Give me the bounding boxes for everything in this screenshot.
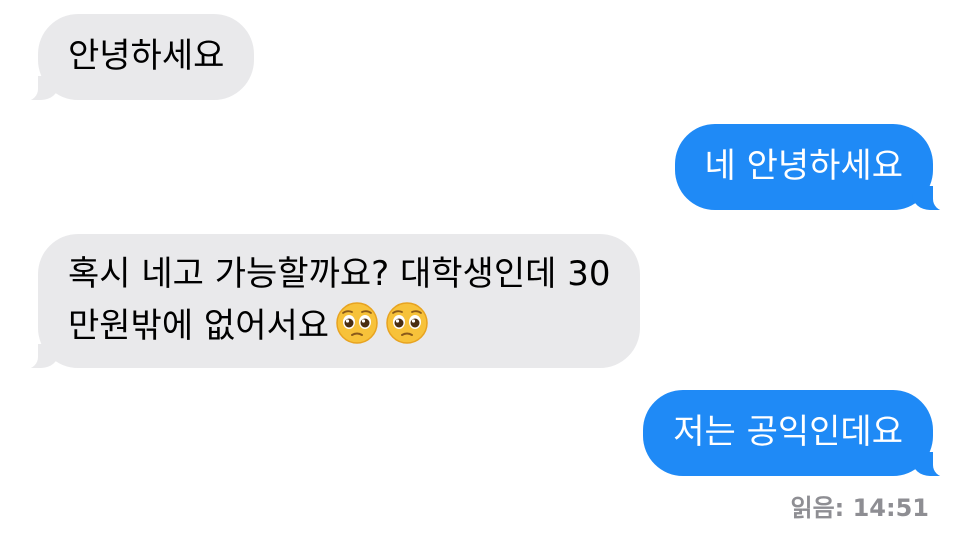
read-receipt: 읽음: 14:51 bbox=[790, 494, 929, 522]
message-text: 만원밖에 없어서요 bbox=[68, 306, 330, 346]
message-row-outgoing: 네 안녕하세요 bbox=[0, 124, 971, 211]
message-text: 혹시 네고 가능할까요? 대학생인데 30 bbox=[68, 254, 611, 294]
message-text: 네 안녕하세요 bbox=[704, 146, 904, 186]
message-text: 저는 공익인데요 bbox=[673, 412, 903, 452]
message-row-incoming: 혹시 네고 가능할까요? 대학생인데 30 만원밖에 없어서요 bbox=[0, 234, 971, 369]
message-thread: 안녕하세요 네 안녕하세요 혹시 네고 가능할까요? 대학생인데 30 만원밖에… bbox=[0, 0, 971, 552]
message-text-line-2: 만원밖에 없어서요 bbox=[68, 300, 610, 352]
message-text: 안녕하세요 bbox=[68, 36, 225, 76]
incoming-message-bubble[interactable]: 안녕하세요 bbox=[18, 14, 255, 101]
outgoing-message-bubble[interactable]: 저는 공익인데요 bbox=[643, 390, 952, 477]
message-row-incoming: 안녕하세요 bbox=[0, 14, 971, 101]
incoming-message-bubble[interactable]: 혹시 네고 가능할까요? 대학생인데 30 만원밖에 없어서요 bbox=[18, 234, 641, 369]
outgoing-message-bubble[interactable]: 네 안녕하세요 bbox=[674, 124, 952, 211]
pleading-face-emoji bbox=[386, 302, 428, 344]
pleading-face-emoji bbox=[336, 302, 378, 344]
message-row-outgoing: 저는 공익인데요 bbox=[0, 390, 971, 477]
